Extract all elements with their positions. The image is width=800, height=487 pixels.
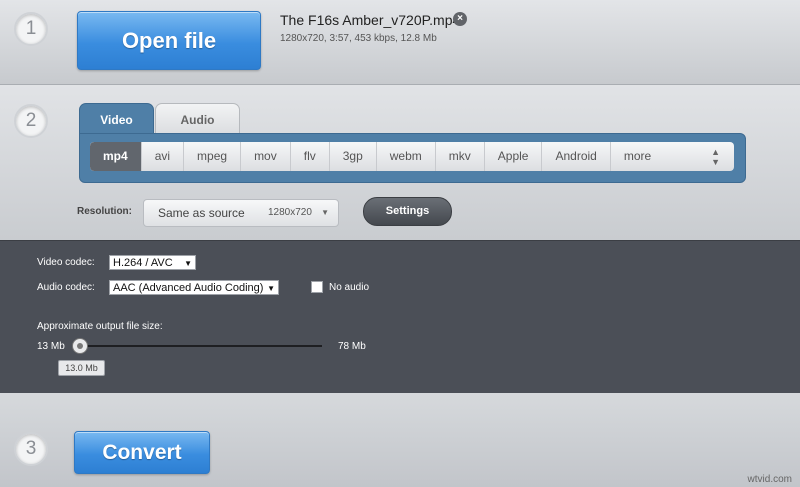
- format-label: mkv: [448, 149, 471, 163]
- format-bar: mp4 avi mpeg mov flv 3gp webm mkv Apple Android mo…: [90, 142, 734, 171]
- format-label: webm: [389, 149, 422, 163]
- up-down-arrows-icon: ▲ ▼: [711, 147, 720, 167]
- tab-audio[interactable]: Audio: [155, 103, 240, 136]
- open-file-button[interactable]: Open file: [77, 11, 261, 70]
- video-codec-value: H.264 / AVC: [113, 257, 173, 269]
- format-label: mov: [254, 149, 277, 163]
- format-label: Apple: [497, 149, 529, 163]
- watermark: wtvid.com: [747, 474, 792, 485]
- format-option-webm[interactable]: webm: [377, 142, 436, 171]
- file-size-label: Approximate output file size:: [37, 321, 163, 332]
- file-size-max: 78 Mb: [338, 341, 366, 352]
- format-label: avi: [154, 149, 171, 163]
- video-codec-select[interactable]: H.264 / AVC ▼: [109, 255, 196, 270]
- convert-button[interactable]: Convert: [74, 431, 210, 474]
- caret-down-icon: ▼: [321, 208, 329, 217]
- format-option-mp4[interactable]: mp4: [90, 142, 142, 171]
- resolution-label: Resolution:: [77, 206, 132, 217]
- format-panel: mp4 avi mpeg mov flv 3gp webm mkv Apple Android mo…: [79, 133, 746, 183]
- file-size-min: 13 Mb: [37, 341, 65, 352]
- file-size-tooltip: 13.0 Mb: [58, 360, 105, 376]
- settings-button[interactable]: Settings: [363, 197, 452, 226]
- no-audio-checkbox[interactable]: [311, 281, 323, 293]
- file-name: The F16s Amber_v720P.mp4: [280, 12, 461, 28]
- step-1-badge: 1: [14, 12, 48, 46]
- format-label: Android: [555, 149, 597, 163]
- video-codec-label: Video codec:: [37, 257, 95, 268]
- close-icon[interactable]: ×: [453, 12, 467, 26]
- format-label: more: [623, 149, 652, 163]
- format-label: mp4: [103, 149, 128, 163]
- format-option-avi[interactable]: avi: [142, 142, 185, 171]
- format-option-mpeg[interactable]: mpeg: [184, 142, 242, 171]
- format-option-android[interactable]: Android: [542, 142, 611, 171]
- no-audio-label: No audio: [329, 282, 370, 293]
- file-size-slider-handle[interactable]: [72, 338, 88, 354]
- chevron-down-icon: ▼: [267, 284, 275, 293]
- chevron-down-icon: ▼: [184, 259, 192, 268]
- audio-codec-select[interactable]: AAC (Advanced Audio Coding) ▼: [109, 280, 279, 295]
- format-option-flv[interactable]: flv: [291, 142, 330, 171]
- resolution-select[interactable]: Same as source 1280x720 ▼: [143, 199, 339, 227]
- format-label: 3gp: [342, 149, 363, 163]
- format-label: mpeg: [197, 149, 228, 163]
- file-meta: 1280x720, 3:57, 453 kbps, 12.8 Mb: [280, 33, 437, 44]
- format-option-mkv[interactable]: mkv: [436, 142, 485, 171]
- step-2-badge: 2: [14, 104, 48, 138]
- format-option-mov[interactable]: mov: [241, 142, 291, 171]
- format-label: flv: [303, 149, 316, 163]
- file-size-slider-track[interactable]: [80, 345, 322, 347]
- format-option-apple[interactable]: Apple: [485, 142, 543, 171]
- tab-video[interactable]: Video: [79, 103, 154, 136]
- audio-codec-value: AAC (Advanced Audio Coding): [113, 282, 264, 294]
- step-3-badge: 3: [14, 432, 48, 466]
- resolution-dimensions: 1280x720: [268, 207, 312, 218]
- format-option-3gp[interactable]: 3gp: [330, 142, 377, 171]
- resolution-value: Same as source: [158, 206, 245, 220]
- audio-codec-label: Audio codec:: [37, 282, 95, 293]
- format-option-more[interactable]: more ▲ ▼: [611, 142, 734, 171]
